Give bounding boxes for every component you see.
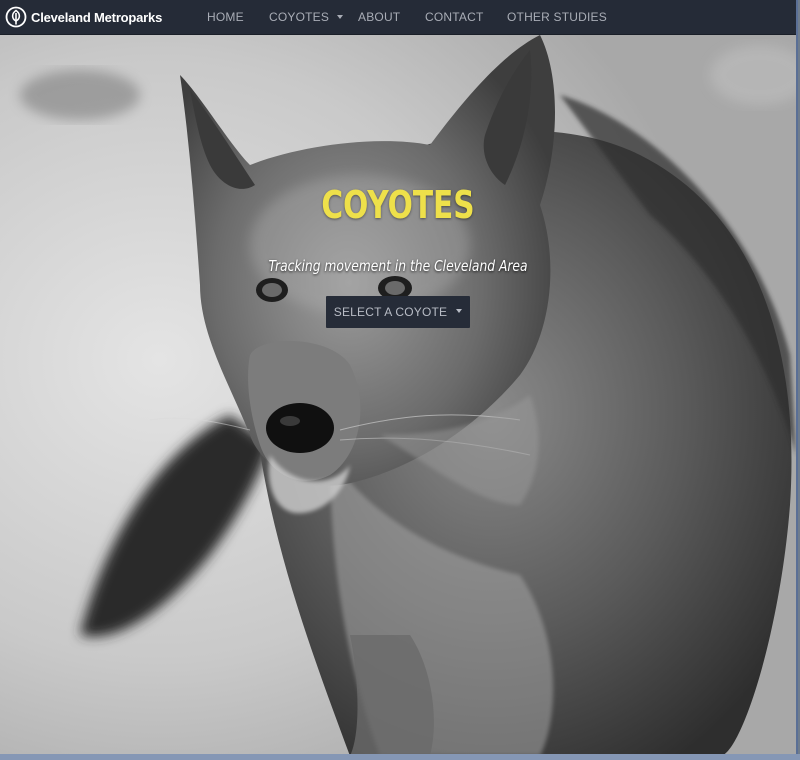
- chevron-down-icon: [456, 309, 463, 313]
- browser-viewport: Cleveland Metroparks HOME COYOTES ABOUT …: [0, 0, 798, 758]
- chevron-down-icon: [337, 14, 344, 19]
- nav-home[interactable]: HOME: [207, 0, 244, 34]
- nav-about[interactable]: ABOUT: [358, 0, 400, 34]
- coyote-photo: [0, 35, 796, 756]
- nav-contact[interactable]: CONTACT: [425, 0, 484, 34]
- navbar: Cleveland Metroparks HOME COYOTES ABOUT …: [0, 0, 796, 35]
- hero-section: COYOTES Tracking movement in the Clevela…: [0, 35, 796, 756]
- nav-coyotes-label: COYOTES: [269, 10, 330, 24]
- nav-coyotes[interactable]: COYOTES: [269, 0, 344, 34]
- window-bottom-border: [0, 754, 800, 760]
- select-coyote-label: SELECT A COYOTE: [333, 305, 448, 319]
- brand-name: Cleveland Metroparks: [31, 9, 163, 25]
- select-coyote-button[interactable]: SELECT A COYOTE: [326, 296, 470, 328]
- page-title: COYOTES: [321, 183, 475, 227]
- nav-other-studies[interactable]: OTHER STUDIES: [507, 0, 607, 34]
- leaf-circle-logo-icon: [5, 6, 27, 28]
- page-subtitle: Tracking movement in the Cleveland Area: [268, 257, 528, 275]
- brand[interactable]: Cleveland Metroparks: [5, 5, 162, 29]
